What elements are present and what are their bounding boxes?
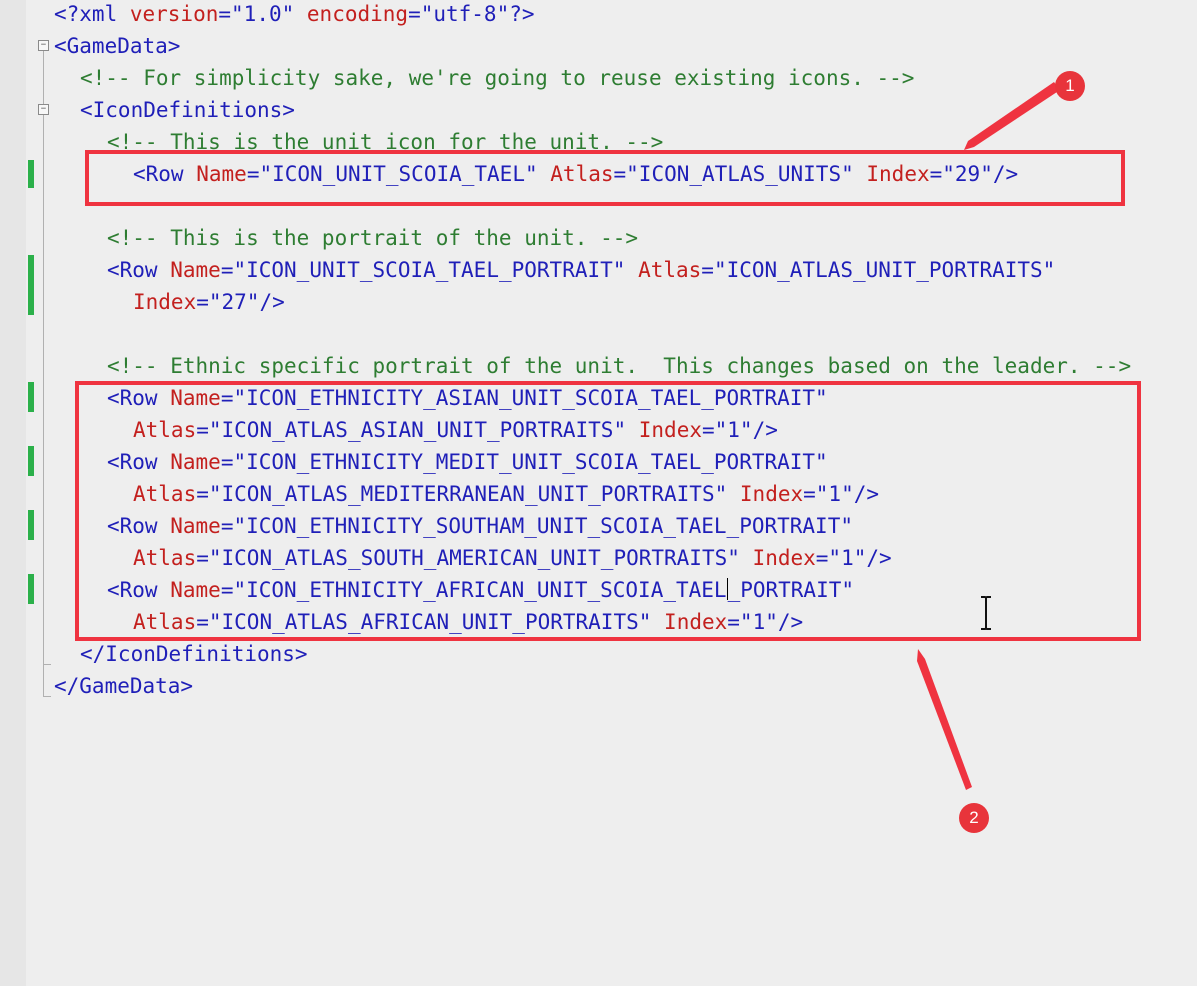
annotation-badge-2: 2 [959, 803, 989, 833]
arrow-2-icon [917, 649, 972, 790]
annotation-arrows [917, 82, 1060, 790]
annotation-badge-1: 1 [1055, 71, 1085, 101]
arrow-1-icon [964, 82, 1060, 150]
